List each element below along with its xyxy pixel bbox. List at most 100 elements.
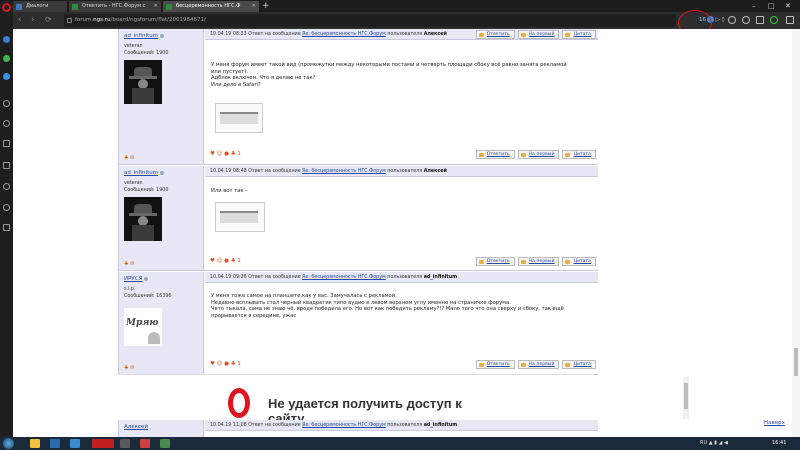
maximize-button[interactable]: □	[768, 0, 775, 12]
user-action-icons[interactable]: ♣ ✉	[124, 365, 134, 371]
app-icon[interactable]	[70, 439, 80, 448]
start-button[interactable]	[3, 438, 14, 449]
app-icon[interactable]	[120, 439, 130, 448]
media-player-icon[interactable]	[50, 439, 60, 448]
reply-prefix: Ответ на сообщение	[248, 423, 301, 428]
author-name[interactable]: ИРУСЯ	[124, 276, 149, 282]
url-path: /board/ngsforum/flat/2001984671/	[110, 17, 206, 23]
thread-link[interactable]: Re: бесцеремонность НГС.Форум	[302, 275, 386, 280]
by-label: пользователя	[387, 275, 423, 280]
post-footer-buttons: Ответить На первый Цитата	[473, 256, 596, 266]
online-status-icon	[160, 170, 165, 175]
screenshot-thumbnail[interactable]	[215, 103, 263, 133]
shield-icon[interactable]: ◊	[722, 17, 725, 23]
post-text-line: прорывается в середине, ужас	[211, 312, 297, 319]
reply-button[interactable]: Ответить	[475, 257, 515, 266]
address-bar[interactable]: forum.ngs.ru/board/ngsforum/flat/2001984…	[64, 14, 676, 27]
new-tab-button[interactable]: +	[262, 0, 270, 12]
reply-button[interactable]: Ответить	[475, 30, 515, 39]
post-body: У меня форум имеет такой вид (промежутки…	[211, 62, 591, 88]
whatsapp-icon[interactable]	[3, 55, 10, 62]
back-to-top-link[interactable]: Наверх	[764, 420, 785, 426]
tab-reply[interactable]: Ответить - НГС.Форум с ✕	[69, 1, 161, 12]
search-icon[interactable]	[3, 100, 10, 107]
first-post-button[interactable]: На первый	[517, 257, 560, 266]
post-text-line: У меня форум имеет такой вид (промежутки…	[211, 62, 567, 68]
first-post-button[interactable]: На первый	[517, 360, 560, 369]
thread-link[interactable]: Re: бесцеремонность НГС.Форум	[302, 169, 386, 174]
ad-scrollbar[interactable]	[683, 377, 689, 419]
ngs-icon	[166, 4, 172, 10]
reply-button[interactable]: Ответить	[475, 360, 515, 369]
quote-button[interactable]: Цитата	[562, 150, 596, 159]
reload-icon[interactable]: ⟳	[45, 15, 52, 25]
extensions-icon[interactable]	[3, 224, 10, 231]
avatar[interactable]	[124, 197, 162, 241]
ad-frame[interactable]: Не удается получить доступ к сайту	[118, 374, 689, 426]
app-icon[interactable]	[160, 439, 170, 448]
reaction-icons[interactable]: ♥ ☺ ● ♣ 1	[210, 361, 241, 367]
author-name[interactable]: ad_infinitum	[124, 33, 165, 39]
first-post-button[interactable]: На первый	[517, 150, 560, 159]
url-prefix: forum.	[75, 17, 94, 23]
forward-icon[interactable]: ›	[31, 15, 35, 25]
author-name[interactable]: Алексей	[124, 424, 148, 430]
minimize-button[interactable]: –	[752, 0, 756, 12]
clock[interactable]: 16:41	[772, 437, 786, 450]
post-date: 10.04.19 11:08	[210, 423, 247, 428]
reaction-icons[interactable]: ♥ ☺ ● ♣ 1	[210, 151, 241, 157]
page-scrollbar[interactable]	[792, 29, 800, 437]
ngs-icon	[72, 4, 78, 10]
avatar[interactable]: Мряю	[124, 308, 162, 346]
send-icon[interactable]	[3, 120, 10, 127]
app-icon[interactable]	[140, 439, 150, 448]
post-footer-buttons: Ответить На первый Цитата	[473, 149, 596, 159]
post-footer-buttons: Ответить На первый Цитата	[473, 359, 596, 369]
forum-post: ИРУСЯ s.i.p. Сообщений: 16396 Мряю ♣ ✉ 1…	[119, 272, 598, 375]
snapshot-icon[interactable]	[756, 16, 764, 24]
camera-icon[interactable]	[3, 140, 10, 147]
post-body: Или вот так -	[211, 188, 591, 195]
post-body: У меня тоже самое на планшете,как у вас.…	[211, 293, 591, 319]
grid-icon[interactable]	[3, 162, 10, 169]
language-indicator[interactable]: RU	[700, 440, 707, 446]
online-status-icon	[144, 276, 149, 281]
close-tab-icon[interactable]: ✕	[252, 1, 256, 12]
close-window-button[interactable]: ✕	[785, 0, 791, 12]
quote-button[interactable]: Цитата	[562, 30, 596, 39]
close-tab-icon[interactable]: ✕	[154, 1, 158, 12]
download-icon[interactable]	[786, 16, 794, 24]
post-header: 10.04.19 08:33 Ответ на сообщение Re: бе…	[205, 29, 598, 40]
vpn-icon[interactable]: ▷	[716, 17, 720, 23]
reaction-icons[interactable]: ♥ ☺ ● ♣ 1	[210, 258, 241, 264]
opera-logo-icon[interactable]	[2, 3, 11, 12]
opera-taskbar-icon[interactable]	[92, 439, 114, 448]
messenger-icon[interactable]	[3, 36, 10, 43]
screenshot-thumbnail[interactable]	[215, 202, 265, 232]
author-post-count: Сообщений: 16396	[124, 294, 172, 299]
quote-button[interactable]: Цитата	[562, 360, 596, 369]
history-icon[interactable]	[3, 204, 10, 211]
system-tray[interactable]: RU ▲ ▮ ◢ ◀	[700, 437, 728, 450]
key-icon[interactable]	[770, 16, 778, 24]
user-action-icons[interactable]: ♣ ✉	[124, 261, 134, 267]
reply-button[interactable]: Ответить	[475, 150, 515, 159]
settings-icon[interactable]	[742, 16, 750, 24]
author-name[interactable]: ad_infinitum	[124, 170, 165, 176]
quote-button[interactable]: Цитата	[562, 257, 596, 266]
avatar[interactable]	[124, 60, 162, 104]
heart-icon[interactable]	[3, 183, 10, 190]
tab-forum[interactable]: бесцеремонность НГС.Ф ✕	[163, 1, 259, 12]
tab-dialogs[interactable]: Диалоги	[13, 1, 67, 12]
explorer-icon[interactable]	[30, 439, 40, 448]
first-post-button[interactable]: На первый	[517, 30, 560, 39]
back-icon[interactable]: ‹	[18, 15, 22, 25]
tray-icons[interactable]: ▲ ▮ ◢ ◀	[709, 440, 728, 446]
thread-link[interactable]: Re: бесцеремонность НГС.Форум	[302, 423, 386, 428]
thread-link[interactable]: Re: бесцеремонность НГС.Форум	[302, 32, 386, 37]
globe-icon[interactable]	[728, 16, 736, 24]
post-text-line: Чето тыкала, сама не знаю чё, вроде побе…	[211, 306, 564, 312]
telegram-icon[interactable]	[3, 73, 10, 80]
tab-title: бесцеремонность НГС.Ф	[176, 3, 241, 9]
user-action-icons[interactable]: ♣ ✉	[124, 155, 134, 161]
